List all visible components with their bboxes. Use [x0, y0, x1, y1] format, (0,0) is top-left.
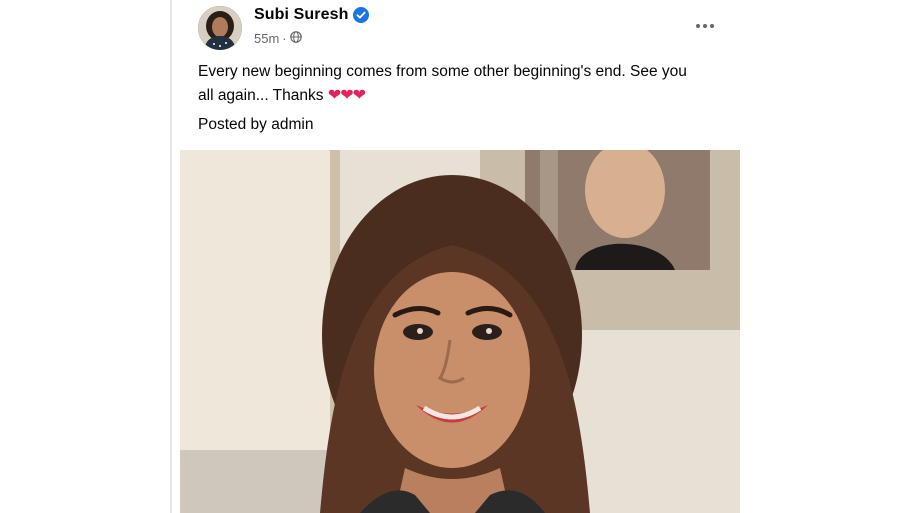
verified-badge-icon — [353, 7, 370, 23]
page-margin-left — [0, 0, 170, 513]
post-body: Every new beginning comes from some othe… — [198, 60, 688, 108]
posted-by-line: Posted by admin — [198, 116, 314, 133]
author-name-row: Subi Suresh — [254, 6, 370, 24]
author-avatar[interactable] — [198, 6, 242, 50]
feed-post: Subi Suresh 55m · Every new beginning co… — [172, 0, 740, 513]
globe-icon — [289, 31, 302, 46]
post-photo[interactable] — [180, 150, 740, 513]
post-message: Every new beginning comes from some othe… — [198, 63, 687, 104]
post-timestamp[interactable]: 55m — [254, 31, 279, 46]
more-horizontal-icon — [696, 24, 700, 28]
heart-emoji: ❤❤❤ — [327, 87, 366, 104]
meta-separator: · — [282, 31, 287, 46]
more-options-button[interactable] — [688, 12, 722, 40]
author-name[interactable]: Subi Suresh — [254, 6, 348, 24]
post-meta: 55m · — [254, 31, 302, 46]
page-margin-right — [740, 0, 912, 513]
